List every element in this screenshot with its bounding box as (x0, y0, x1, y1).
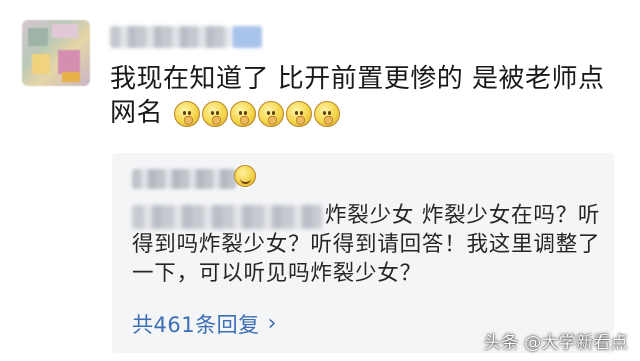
comment-body: 我现在知道了 比开前置更惨的 是被老师点网名 (110, 62, 610, 130)
reply-username-blurred[interactable] (132, 169, 236, 189)
comment-card: 我现在知道了 比开前置更惨的 是被老师点网名 炸裂少女 炸裂少女在吗？听得到吗炸… (0, 0, 640, 361)
emoji-row (173, 100, 340, 127)
reply-text: 炸裂少女 炸裂少女在吗？听得到吗炸裂少女？听得到请回答！我这里调整了一下，可以听… (132, 203, 601, 286)
smirk-emoji-icon (173, 100, 200, 127)
reply-preview-box[interactable]: 炸裂少女 炸裂少女在吗？听得到吗炸裂少女？听得到请回答！我这里调整了一下，可以听… (112, 153, 614, 353)
smirk-emoji-icon (201, 100, 228, 127)
username-blurred[interactable] (110, 26, 230, 48)
smirk-emoji-icon (229, 100, 256, 127)
smirk-emoji-icon (313, 100, 340, 127)
user-badge-blurred (232, 26, 262, 48)
smirk-emoji-icon (257, 100, 284, 127)
view-replies-link[interactable]: 共461条回复 › (132, 309, 277, 339)
watermark: 头条 @大学新看点 (483, 333, 628, 353)
replies-count-label: 共461条回复 (132, 313, 260, 337)
laughing-emoji-icon (234, 165, 256, 187)
avatar[interactable] (22, 20, 90, 86)
chevron-right-icon: › (267, 311, 277, 336)
smirk-emoji-icon (285, 100, 312, 127)
